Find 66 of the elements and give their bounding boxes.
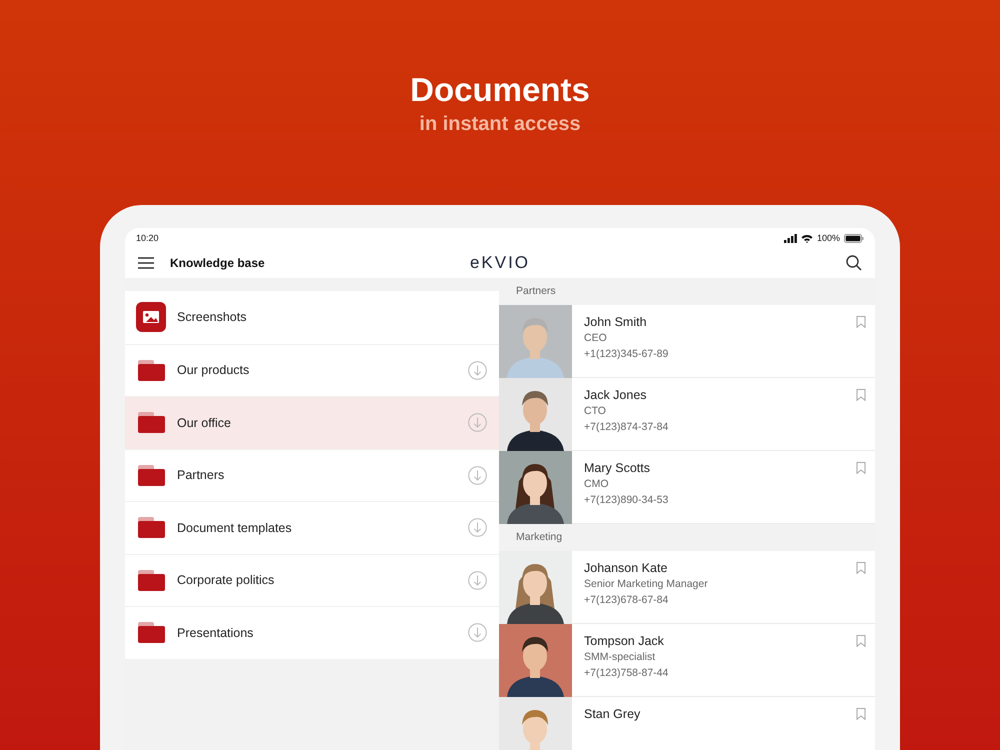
folder-name: Presentations (177, 626, 254, 640)
download-icon[interactable] (468, 570, 487, 590)
bookmark-icon[interactable] (856, 562, 866, 574)
download-icon[interactable] (468, 466, 487, 485)
page-title: Knowledge base (170, 256, 265, 270)
bookmark-icon[interactable] (856, 462, 866, 474)
bookmark-icon[interactable] (856, 708, 866, 720)
menu-icon[interactable] (138, 257, 154, 269)
contact-phone: +7(123)890-34-53 (584, 493, 670, 508)
contact-row[interactable]: Jack Jones CTO +7(123)874-37-84 (499, 378, 875, 451)
contact-row[interactable]: Mary Scotts CMO +7(123)890-34-53 (499, 451, 875, 524)
battery-percent: 100% (816, 233, 840, 243)
contact-position: CMO (584, 477, 610, 492)
image-icon (136, 302, 166, 332)
signal-icon (784, 234, 797, 242)
contact-row[interactable]: John Smith CEO +1(123)345-67-89 (499, 305, 875, 378)
download-icon[interactable] (468, 518, 487, 538)
folder-name: Our products (177, 363, 250, 378)
folder-name: Document templates (177, 520, 293, 535)
folder-name: Partners (177, 468, 226, 482)
status-time: 10:20 (136, 233, 159, 243)
folder-icon (138, 464, 164, 486)
folder-row[interactable]: Partners (125, 448, 499, 501)
download-icon[interactable] (468, 623, 487, 642)
headline: Documents (410, 70, 590, 110)
contact-phone: +7(123)678-67-84 (584, 593, 670, 608)
contact-row[interactable]: Stan Grey (499, 697, 875, 750)
wifi-icon (800, 234, 813, 242)
folder-row[interactable]: Our products (125, 344, 499, 396)
contact-name: Tompson Jack (584, 633, 665, 649)
search-icon[interactable] (846, 255, 862, 271)
folder-row[interactable]: Screenshots (125, 291, 499, 344)
folder-name: Our office (177, 416, 232, 430)
contact-position: SMM-specialist (584, 650, 656, 665)
contact-name: Johanson Kate (584, 560, 668, 576)
contact-phone: +7(123)758-87-44 (584, 666, 670, 681)
contact-row[interactable]: Johanson Kate Senior Marketing Manager +7(123)678-67-84 (499, 551, 875, 624)
download-icon[interactable] (468, 360, 487, 380)
folder-row[interactable]: Document templates (125, 501, 499, 554)
contact-phone: +1(123)345-67-89 (584, 347, 670, 362)
contact-row[interactable]: Tompson Jack SMM-specialist +7(123)758-87-44 (499, 624, 875, 697)
contact-name: Stan Grey (584, 706, 642, 722)
contact-name: John Smith (584, 314, 648, 330)
contact-position: Senior Marketing Manager (584, 577, 709, 592)
folder-icon (138, 622, 164, 644)
folder-icon (138, 570, 164, 591)
bookmark-icon[interactable] (856, 316, 866, 328)
download-icon[interactable] (468, 413, 487, 432)
folder-row[interactable]: Corporate politics (125, 554, 499, 606)
subtitle: in instant access (419, 112, 581, 137)
folder-icon (138, 360, 164, 381)
folder-name: Screenshots (177, 310, 248, 324)
logo: eKVIO (470, 253, 530, 273)
folder-icon (138, 412, 164, 434)
contact-position: CEO (584, 331, 608, 346)
contact-phone: +7(123)874-37-84 (584, 420, 670, 435)
bookmark-icon[interactable] (856, 635, 866, 647)
contact-position: CTO (584, 404, 607, 419)
folder-icon (138, 517, 164, 538)
folder-row[interactable]: Our office (125, 396, 499, 448)
battery-icon (844, 234, 864, 242)
folder-name: Corporate politics (177, 573, 276, 588)
bookmark-icon[interactable] (856, 389, 866, 401)
folder-row[interactable]: Presentations (125, 606, 499, 658)
contact-name: Jack Jones (584, 387, 648, 403)
contact-name: Mary Scotts (584, 460, 651, 476)
